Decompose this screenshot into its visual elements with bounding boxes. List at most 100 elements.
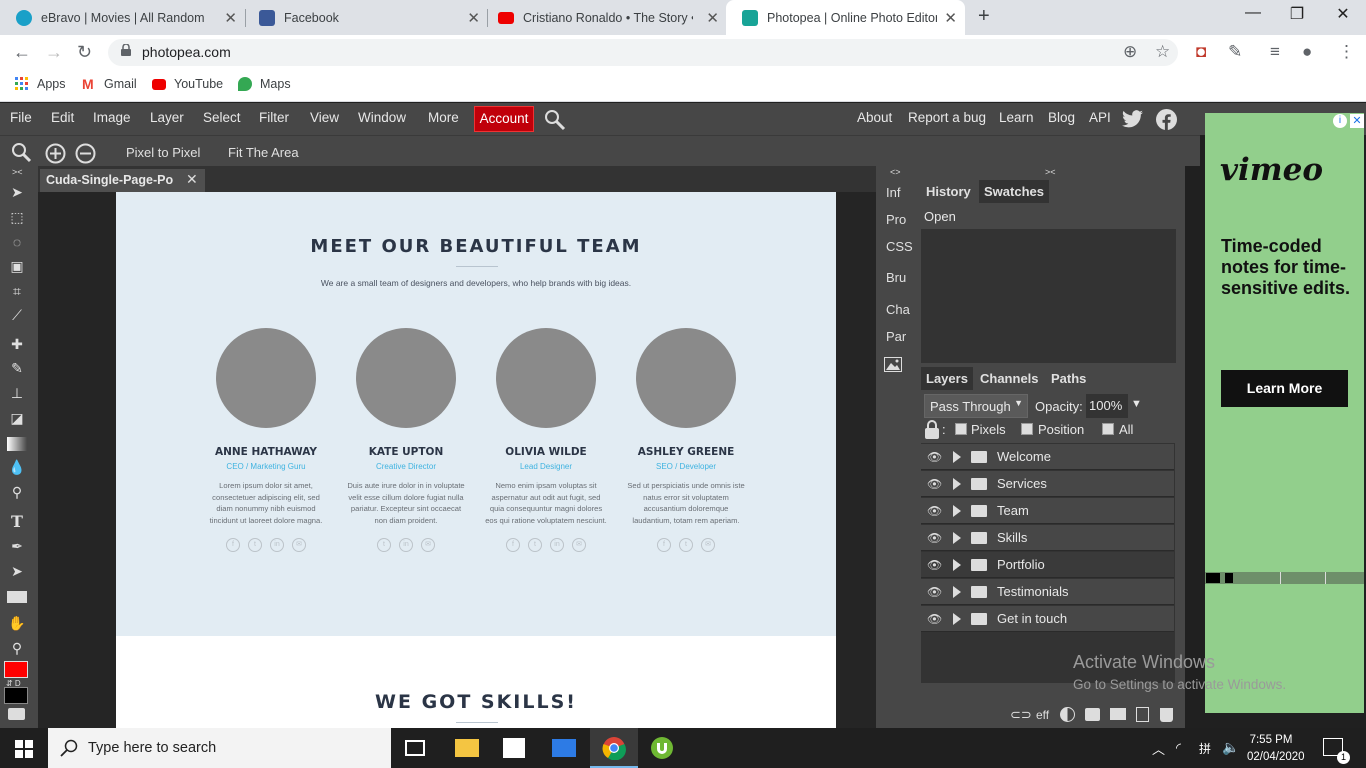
tab-history[interactable]: History [921,180,976,203]
bookmark-youtube[interactable]: YouTube [152,77,223,91]
tab-swatches[interactable]: Swatches [979,180,1049,203]
visibility-eye-icon[interactable]: 👁 [927,612,943,626]
task-view-icon[interactable] [405,740,425,756]
dodge-tool-icon[interactable]: ⚲ [7,484,27,502]
browser-tab-active[interactable]: Photopea | Online Photo Editor ✕ [726,0,965,35]
tab-layers[interactable]: Layers [921,367,973,390]
layer-row[interactable]: 👁 Team [921,498,1174,524]
delete-layer-icon[interactable] [1160,708,1173,722]
pixel-to-pixel-button[interactable]: Pixel to Pixel [126,145,200,160]
menu-report-bug[interactable]: Report a bug [908,110,986,125]
bookmark-apps[interactable]: Apps [15,77,66,91]
store-icon[interactable] [503,738,525,758]
ad-info-icon[interactable]: i [1333,114,1347,128]
menu-select[interactable]: Select [203,110,241,125]
marquee-tool-icon[interactable]: ⬚ [7,209,27,227]
expand-arrow-icon[interactable] [953,612,961,625]
menu-filter[interactable]: Filter [259,110,289,125]
opacity-input[interactable]: 100% [1086,394,1128,418]
menu-blog[interactable]: Blog [1048,110,1075,125]
eyedropper-tool-icon[interactable]: ⟋ [7,307,27,325]
back-icon[interactable]: ← [13,42,31,63]
volume-icon[interactable]: 🔈 [1222,739,1239,756]
swap-colors-icon[interactable]: ⇵ D [6,679,21,688]
css-panel-button[interactable]: CSS [886,239,913,254]
brush-tool-icon[interactable]: ✎ [7,360,27,378]
stamp-tool-icon[interactable]: ⊥ [7,385,27,403]
quick-select-tool-icon[interactable]: ▣ [7,258,27,276]
collapse-panels-icon[interactable]: >< [1045,167,1056,177]
tab-channels[interactable]: Channels [975,367,1044,390]
move-tool-icon[interactable]: ➤ [7,184,27,202]
search-icon[interactable] [544,109,566,131]
crop-tool-icon[interactable]: ⌗ [7,283,27,301]
lock-position-checkbox[interactable] [1021,423,1033,435]
fit-area-button[interactable]: Fit The Area [228,145,299,160]
zoom-out-icon[interactable] [75,143,96,164]
link-layers-icon[interactable]: ⊂⊃ [1010,707,1032,723]
foreground-color-swatch[interactable] [4,661,28,678]
document-tab[interactable]: Cuda-Single-Page-Po [40,169,205,192]
visibility-eye-icon[interactable]: 👁 [927,558,943,572]
visibility-eye-icon[interactable]: 👁 [927,585,943,599]
layer-effects-button[interactable]: eff [1036,708,1049,722]
layer-row[interactable]: 👁 Services [921,471,1174,497]
brush-panel-button[interactable]: Bru [886,270,906,285]
gradient-tool-icon[interactable] [7,437,27,451]
mail-icon[interactable] [552,739,576,757]
layer-row[interactable]: 👁 Welcome [921,444,1174,470]
ad-close-icon[interactable]: ✕ [1350,114,1364,128]
profile-icon[interactable]: ● [1302,42,1312,62]
new-group-icon[interactable] [1110,708,1126,720]
opacity-dropdown-icon[interactable]: ▼ [1131,398,1142,410]
character-panel-button[interactable]: Cha [886,302,910,317]
address-bar[interactable] [108,39,1178,66]
visibility-eye-icon[interactable]: 👁 [927,531,943,545]
menu-edit[interactable]: Edit [51,110,74,125]
bookmark-maps[interactable]: Maps [238,77,291,91]
tab-paths[interactable]: Paths [1046,367,1091,390]
facebook-icon[interactable] [1156,109,1177,130]
menu-api[interactable]: API [1089,110,1111,125]
language-icon[interactable]: 拼 [1199,740,1211,757]
forward-icon[interactable]: → [45,42,63,63]
menu-view[interactable]: View [310,110,339,125]
file-explorer-icon[interactable] [455,739,479,757]
shape-tool-icon[interactable] [7,591,27,603]
star-icon[interactable]: ☆ [1155,42,1170,62]
layer-row[interactable]: 👁 Skills [921,525,1174,551]
eyedropper-extension-icon[interactable]: ✎ [1228,42,1242,62]
restore-icon[interactable]: ❐ [1274,4,1320,24]
collapse-toggle-icon[interactable]: >< [12,167,23,177]
expand-arrow-icon[interactable] [953,558,961,571]
paragraph-panel-button[interactable]: Par [886,329,906,344]
twitter-icon[interactable] [1122,110,1143,128]
media-control-icon[interactable]: ≡ [1270,42,1280,62]
close-document-icon[interactable]: ✕ [186,171,198,188]
close-tab-icon[interactable]: ✕ [706,9,719,27]
pen-tool-icon[interactable]: ✒ [7,538,27,556]
menu-icon[interactable]: ⋮ [1338,42,1355,62]
close-tab-icon[interactable]: ✕ [467,9,480,27]
blend-mode-select[interactable]: Pass Through ▼ [924,394,1028,418]
new-layer-icon[interactable] [1136,707,1149,722]
layer-row[interactable]: 👁 Testimonials [921,579,1174,605]
close-tab-icon[interactable]: ✕ [944,9,957,27]
path-select-tool-icon[interactable]: ➤ [7,563,27,581]
utorrent-icon[interactable] [650,736,674,760]
menu-more[interactable]: More [428,110,459,125]
new-tab-icon[interactable]: + [978,5,990,28]
hand-tool-icon[interactable]: ✋ [7,615,27,633]
lock-pixels-checkbox[interactable] [955,423,967,435]
menu-learn[interactable]: Learn [999,110,1034,125]
menu-image[interactable]: Image [93,110,131,125]
layer-row[interactable]: 👁 Get in touch [921,606,1174,632]
lock-all-checkbox[interactable] [1102,423,1114,435]
layer-row-selected[interactable]: 👁 Portfolio [921,552,1174,578]
adjustment-layer-icon[interactable] [1060,707,1075,722]
zoom-in-icon[interactable] [45,143,66,164]
visibility-eye-icon[interactable]: 👁 [927,450,943,464]
expand-arrow-icon[interactable] [953,504,961,517]
expand-arrow-icon[interactable] [953,450,961,463]
advertisement[interactable] [1205,113,1364,713]
